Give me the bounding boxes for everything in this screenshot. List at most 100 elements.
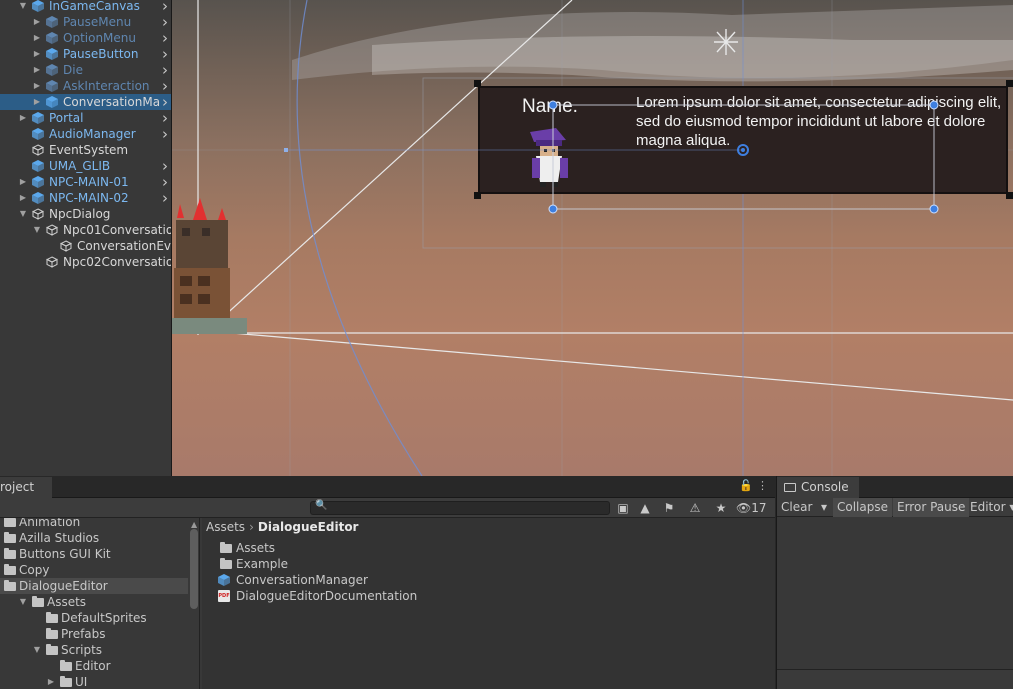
hierarchy-item[interactable]: ▶ ConversationMa › bbox=[0, 94, 171, 110]
open-prefab-chevron-icon[interactable]: › bbox=[162, 174, 168, 190]
folder-tree-item[interactable]: ▶Buttons GUI Kit bbox=[0, 546, 188, 562]
hierarchy-item[interactable]: ▶ NPC-MAIN-02 › bbox=[0, 190, 171, 206]
collapse-arrow-icon[interactable]: ▼ bbox=[32, 222, 42, 238]
prefab-cube-icon bbox=[46, 96, 58, 108]
rect-transform-gizmo[interactable] bbox=[172, 0, 1013, 476]
open-prefab-chevron-icon[interactable]: › bbox=[162, 30, 168, 46]
hierarchy-item-label: PauseButton bbox=[63, 47, 139, 61]
breadcrumb-assets[interactable]: Assets bbox=[206, 520, 245, 534]
expand-arrow-icon[interactable]: ▶ bbox=[32, 94, 42, 110]
hierarchy-item[interactable]: ▶ Die › bbox=[0, 62, 171, 78]
hierarchy-item[interactable]: AudioManager › bbox=[0, 126, 171, 142]
hierarchy-item[interactable]: ▶ NPC-MAIN-01 › bbox=[0, 174, 171, 190]
expand-arrow-icon[interactable]: ▶ bbox=[18, 174, 28, 190]
open-prefab-chevron-icon[interactable]: › bbox=[162, 94, 168, 110]
folder-icon bbox=[46, 644, 58, 655]
hierarchy-item[interactable]: ▶ Portal › bbox=[0, 110, 171, 126]
handle-top-right[interactable] bbox=[929, 100, 939, 110]
folder-tree-item[interactable]: Animation bbox=[0, 518, 188, 530]
filter-by-type-icon[interactable]: ▲ bbox=[634, 500, 656, 517]
folder-tree-item[interactable]: ▶ UI bbox=[0, 674, 188, 689]
hierarchy-item[interactable]: ▶ PauseMenu › bbox=[0, 14, 171, 30]
filter-by-label-icon[interactable]: ⚑ bbox=[658, 500, 680, 517]
collapse-arrow-icon[interactable]: ▼ bbox=[18, 206, 28, 222]
open-prefab-chevron-icon[interactable]: › bbox=[162, 158, 168, 174]
collapse-arrow-icon[interactable]: ▼ bbox=[18, 0, 28, 14]
folder-icon bbox=[46, 628, 58, 639]
expand-arrow-icon[interactable]: ▶ bbox=[32, 14, 42, 30]
canvas-handle-bl[interactable] bbox=[474, 192, 481, 199]
handle-top-left[interactable] bbox=[548, 100, 558, 110]
hierarchy-item[interactable]: UMA_GLIB › bbox=[0, 158, 171, 174]
project-tab[interactable]: roject bbox=[0, 477, 52, 498]
breadcrumb-current[interactable]: DialogueEditor bbox=[258, 520, 359, 534]
folder-tree-item[interactable]: ▼ Assets bbox=[0, 594, 188, 610]
folder-tree-label: Editor bbox=[75, 659, 111, 673]
hierarchy-item[interactable]: ▶ OptionMenu › bbox=[0, 30, 171, 46]
handle-bottom-left[interactable] bbox=[548, 204, 558, 214]
gameobject-cube-icon bbox=[46, 224, 58, 236]
expand-arrow-icon[interactable]: ▶ bbox=[32, 78, 42, 94]
handle-bottom-right[interactable] bbox=[929, 204, 939, 214]
hierarchy-item[interactable]: ▶ AskInteraction › bbox=[0, 78, 171, 94]
lock-icon[interactable]: 🔓 bbox=[739, 479, 753, 492]
open-prefab-chevron-icon[interactable]: › bbox=[162, 46, 168, 62]
expand-arrow-icon[interactable]: ▶ bbox=[18, 110, 28, 126]
expand-arrow-icon[interactable]: ▶ bbox=[32, 46, 42, 62]
open-prefab-chevron-icon[interactable]: › bbox=[162, 190, 168, 206]
hierarchy-item[interactable]: ConversationEve bbox=[0, 238, 171, 254]
console-log-area[interactable] bbox=[777, 517, 1013, 669]
folder-tree-item[interactable]: DialogueEditor bbox=[0, 578, 188, 594]
open-prefab-chevron-icon[interactable]: › bbox=[162, 126, 168, 142]
open-prefab-chevron-icon[interactable]: › bbox=[162, 0, 168, 14]
open-prefab-chevron-icon[interactable]: › bbox=[162, 62, 168, 78]
canvas-handle-tl[interactable] bbox=[474, 80, 481, 87]
clear-options-dropdown-icon[interactable]: ▾ bbox=[817, 498, 831, 517]
tree-scrollbar[interactable] bbox=[190, 529, 198, 609]
hidden-packages-toggle[interactable]: 👁17 bbox=[736, 500, 767, 517]
hierarchy-item[interactable]: ▼ Npc01Conversatio bbox=[0, 222, 171, 238]
clear-button[interactable]: Clear bbox=[777, 498, 816, 517]
collapse-arrow-icon[interactable]: ▼ bbox=[18, 594, 28, 610]
canvas-handle-br[interactable] bbox=[1006, 192, 1013, 199]
folder-tree-item[interactable]: Prefabs bbox=[0, 626, 188, 642]
folder-icon bbox=[4, 548, 16, 559]
hierarchy-item[interactable]: ▼ InGameCanvas › bbox=[0, 0, 171, 14]
open-prefab-chevron-icon[interactable]: › bbox=[162, 78, 168, 94]
expand-arrow-icon[interactable]: ▶ bbox=[32, 62, 42, 78]
editor-dropdown[interactable]: Editor ▾ bbox=[966, 498, 1013, 517]
console-status-bar bbox=[777, 669, 1013, 689]
canvas-handle-tr[interactable] bbox=[1006, 80, 1013, 87]
hierarchy-item-label: AudioManager bbox=[49, 127, 136, 141]
search-icon: 🔍 bbox=[315, 500, 328, 511]
expand-arrow-icon[interactable]: ▶ bbox=[32, 30, 42, 46]
hierarchy-item-label: NpcDialog bbox=[49, 207, 111, 221]
open-prefab-chevron-icon[interactable]: › bbox=[162, 110, 168, 126]
folder-tree-item[interactable]: Azilla Studios bbox=[0, 530, 188, 546]
expand-arrow-icon[interactable]: ▶ bbox=[46, 674, 56, 689]
collapse-button[interactable]: Collapse bbox=[833, 498, 892, 517]
console-tab[interactable]: Console bbox=[777, 477, 859, 498]
error-pause-button[interactable]: Error Pause bbox=[893, 498, 970, 517]
hierarchy-item[interactable]: Npc02Conversatio bbox=[0, 254, 171, 270]
hierarchy-item[interactable]: ▶ PauseButton › bbox=[0, 46, 171, 62]
hierarchy-item[interactable]: EventSystem bbox=[0, 142, 171, 158]
folder-tree-item[interactable]: ▼ Scripts bbox=[0, 642, 188, 658]
favorite-star-icon[interactable]: ★ bbox=[710, 500, 732, 517]
search-by-type-icon[interactable]: ▣ bbox=[612, 500, 634, 517]
project-panel: roject 🔓 ⋮ 🔍 ▣ ▲ ⚑ ⚠ ★ 👁17 Animation Azil… bbox=[0, 476, 775, 689]
tree-scroll-up-icon[interactable]: ▲ bbox=[191, 520, 197, 529]
collapse-arrow-icon[interactable]: ▼ bbox=[32, 642, 42, 658]
folder-tree-item[interactable]: Copy bbox=[0, 562, 188, 578]
scene-view[interactable]: Name. Lorem ipsum dolor sit amet, consec… bbox=[172, 0, 1013, 476]
prefab-cube-icon bbox=[46, 80, 58, 92]
expand-arrow-icon[interactable]: ▶ bbox=[18, 190, 28, 206]
folder-tree-item[interactable]: Editor bbox=[0, 658, 188, 674]
hierarchy-item-label: Die bbox=[63, 63, 83, 77]
more-options-icon[interactable]: ⋮ bbox=[757, 479, 768, 492]
log-warning-icon[interactable]: ⚠ bbox=[684, 500, 706, 517]
folder-tree-item[interactable]: DefaultSprites bbox=[0, 610, 188, 626]
hierarchy-item[interactable]: ▼ NpcDialog bbox=[0, 206, 171, 222]
open-prefab-chevron-icon[interactable]: › bbox=[162, 14, 168, 30]
search-input[interactable]: 🔍 bbox=[310, 500, 610, 515]
